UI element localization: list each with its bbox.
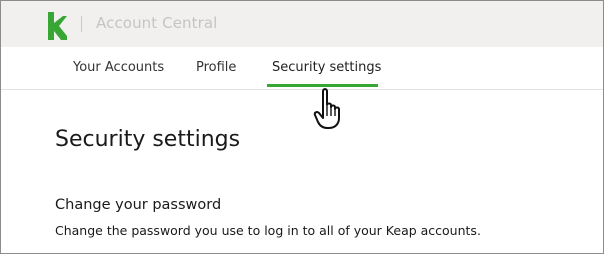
top-header-bar: Account Central xyxy=(1,1,603,47)
hand-pointer-icon xyxy=(313,88,340,129)
change-password-heading: Change your password xyxy=(55,197,222,213)
change-password-description: Change the password you use to log in to… xyxy=(55,223,481,238)
page-title: Security settings xyxy=(55,127,241,152)
tab-security-settings[interactable]: Security settings xyxy=(272,60,381,75)
keap-logo-icon[interactable] xyxy=(46,12,68,40)
tab-profile[interactable]: Profile xyxy=(196,60,236,75)
header-divider xyxy=(81,16,82,32)
app-title: Account Central xyxy=(96,14,218,32)
tab-your-accounts[interactable]: Your Accounts xyxy=(73,60,164,75)
account-nav-tabs: Your Accounts Profile Security settings xyxy=(1,47,603,90)
app-window: Account Central Your Accounts Profile Se… xyxy=(0,0,604,254)
